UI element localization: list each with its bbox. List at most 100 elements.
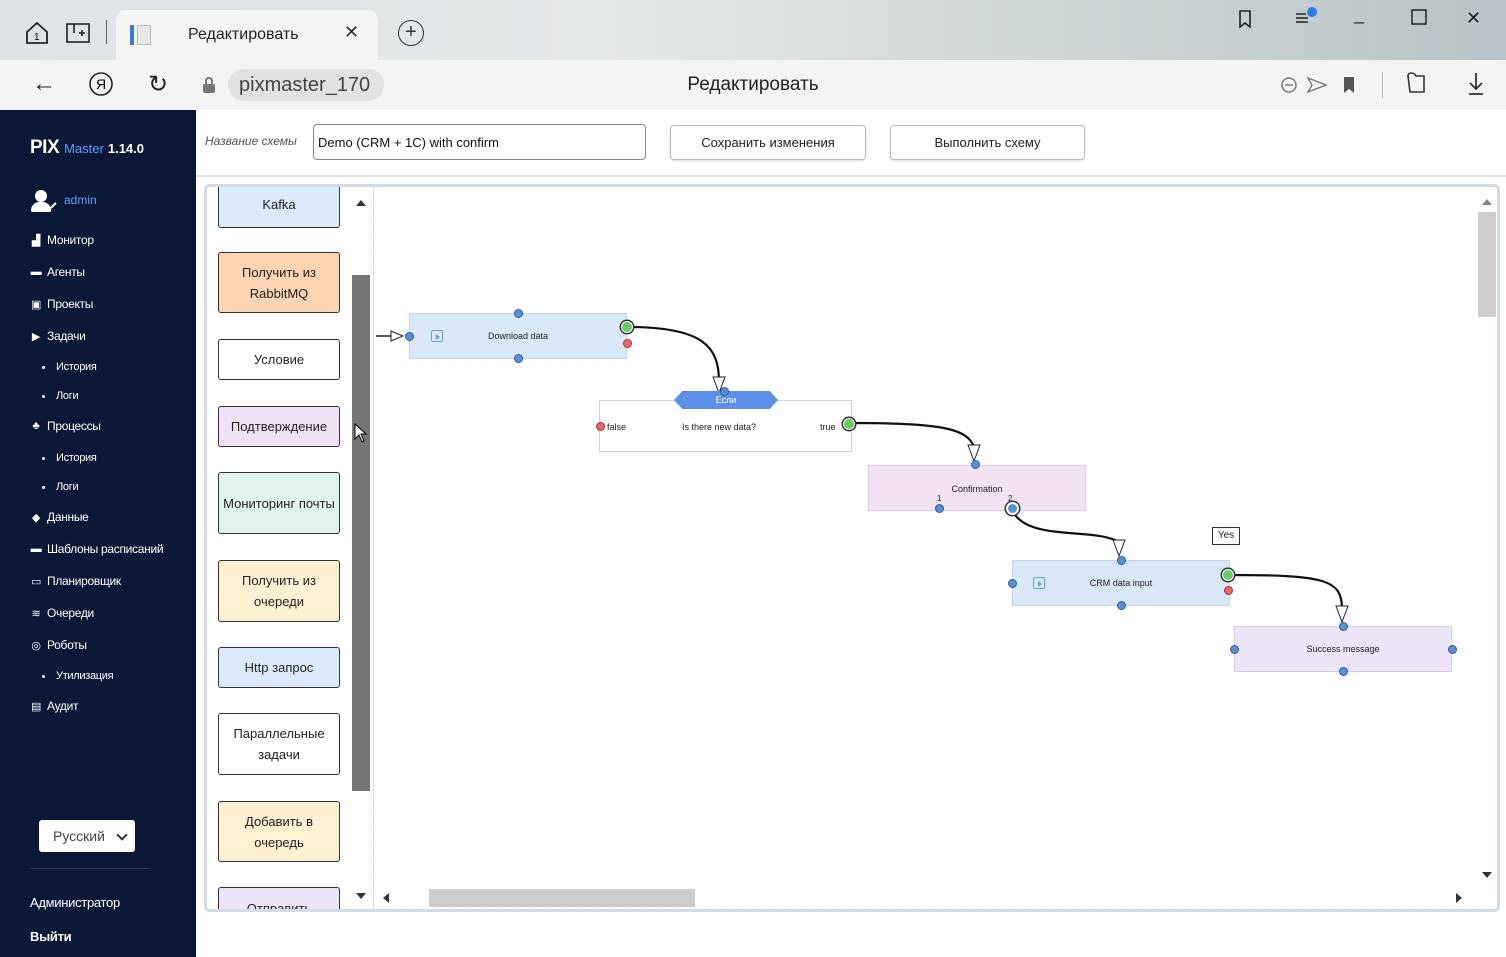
logout-link[interactable]: Выйти	[30, 929, 72, 944]
sidebar-item-processes-logs[interactable]: Логи	[42, 481, 79, 493]
collections-icon[interactable]	[1234, 8, 1256, 35]
port-bottom[interactable]	[514, 354, 523, 363]
close-window-icon[interactable]: ✕	[1466, 8, 1481, 29]
run-scheme-button[interactable]: Выполнить схему	[890, 125, 1085, 160]
palette-block-http-request[interactable]: Http запрос	[218, 647, 340, 688]
scroll-right-icon[interactable]	[1456, 893, 1462, 903]
port-success[interactable]	[621, 321, 633, 333]
tab-active[interactable]: Редактировать ✕	[116, 10, 378, 60]
svg-text:1: 1	[34, 32, 40, 43]
maximize-icon[interactable]	[1410, 8, 1428, 31]
scheme-editor: Kafka Получить из RabbitMQ Условие Подтв…	[204, 184, 1500, 912]
download-icon[interactable]	[1466, 71, 1486, 103]
sidebar-item-data[interactable]: ◆ Данные	[30, 510, 89, 524]
scroll-down-icon[interactable]	[356, 893, 366, 899]
port-in[interactable]	[405, 332, 414, 341]
user-profile[interactable]: admin	[30, 190, 97, 216]
sidebar-item-monitor[interactable]: ▟ Монитор	[30, 233, 94, 247]
palette-block-condition[interactable]: Условие	[218, 339, 340, 380]
sidebar-item-processes-history[interactable]: История	[42, 452, 97, 464]
new-tab-group-icon[interactable]	[64, 18, 94, 48]
node-label: CRM data input	[1089, 578, 1153, 588]
scheme-name-input[interactable]	[313, 124, 646, 160]
sidebar-item-queues[interactable]: ≋ Очереди	[30, 606, 95, 620]
port-error[interactable]	[1224, 586, 1233, 595]
port-top[interactable]	[971, 460, 980, 469]
scheme-name-label: Название схемы	[205, 134, 297, 148]
canvas-h-scrollbar-thumb[interactable]	[429, 889, 695, 907]
new-tab-button[interactable]: +	[398, 20, 424, 46]
flow-node-confirmation[interactable]: Confirmation	[868, 465, 1086, 511]
sidebar-item-robots[interactable]: ◎ Роботы	[30, 638, 87, 652]
sidebar-item-processes[interactable]: ♣ Процессы	[30, 419, 101, 433]
port-bottom[interactable]	[1339, 667, 1348, 676]
tab-close-icon[interactable]: ✕	[344, 22, 359, 43]
node-label: Success message	[1306, 644, 1380, 654]
palette-block-kafka[interactable]: Kafka	[218, 187, 340, 228]
minimize-icon[interactable]: _	[1354, 4, 1364, 25]
port-top[interactable]	[1117, 556, 1126, 565]
port-in[interactable]	[1008, 579, 1017, 588]
palette-block-get-from-queue[interactable]: Получить из очереди	[218, 560, 340, 622]
sidebar: PIX Master 1.14.0 admin ▟ Монитор ▬ Агенты ▣…	[0, 110, 196, 957]
language-select[interactable]: Русский	[39, 820, 135, 852]
port-top[interactable]	[720, 387, 729, 396]
port-success[interactable]	[1222, 569, 1234, 581]
scroll-up-icon[interactable]	[1482, 199, 1492, 205]
sidebar-item-tasks[interactable]: ▶ Задачи	[30, 329, 86, 343]
palette-scrollbar-thumb[interactable]	[352, 275, 370, 791]
favicon-icon	[130, 25, 152, 45]
app-logo[interactable]: PIX Master 1.14.0	[30, 137, 144, 159]
sidebar-item-tasks-history[interactable]: История	[42, 361, 97, 373]
home-icon[interactable]: 1	[22, 18, 52, 48]
port-in[interactable]	[1230, 645, 1239, 654]
scroll-left-icon[interactable]	[383, 893, 389, 903]
sidebar-item-schedule-templates[interactable]: ▬ Шаблоны расписаний	[30, 542, 164, 556]
flow-canvas[interactable]: Download data Если false Is there new da…	[373, 187, 1497, 909]
sidebar-item-projects[interactable]: ▣ Проекты	[30, 297, 93, 311]
port-option-2[interactable]	[1006, 502, 1019, 515]
node-label: Download data	[487, 331, 549, 341]
share-icon[interactable]	[1306, 76, 1328, 100]
canvas-v-scrollbar-thumb[interactable]	[1478, 212, 1496, 317]
sidebar-item-audit[interactable]: ▤ Аудит	[30, 699, 79, 713]
form-divider	[196, 175, 1506, 177]
port-bottom[interactable]	[1117, 601, 1126, 610]
palette-block-parallel-tasks[interactable]: Параллельные задачи	[218, 713, 340, 775]
save-changes-button[interactable]: Сохранить изменения	[670, 125, 866, 160]
scroll-up-icon[interactable]	[356, 200, 366, 206]
palette-block-rabbitmq[interactable]: Получить из RabbitMQ	[218, 252, 340, 313]
block-palette: Kafka Получить из RabbitMQ Условие Подтв…	[207, 187, 373, 909]
flow-node-success[interactable]: Success message	[1234, 626, 1452, 672]
bookmark-icon[interactable]	[1342, 75, 1356, 101]
admin-link[interactable]: Администратор	[30, 895, 120, 910]
sidebar-item-agents[interactable]: ▬ Агенты	[30, 265, 85, 279]
sidebar-item-tasks-logs[interactable]: Логи	[42, 390, 79, 402]
menu-icon[interactable]	[1294, 6, 1320, 33]
flow-connectors	[374, 187, 1497, 909]
bar-chart-icon: ▟	[31, 234, 41, 247]
sidebar-item-scheduler[interactable]: ▭ Планировщик	[30, 574, 121, 588]
palette-block-send[interactable]: Отправить	[218, 887, 340, 909]
port-true[interactable]	[843, 418, 855, 430]
confirm-port-1-label: 1	[937, 494, 942, 503]
port-out[interactable]	[1448, 645, 1457, 654]
project-icon: ▣	[30, 298, 42, 311]
translate-icon[interactable]	[1280, 76, 1298, 100]
port-top[interactable]	[514, 309, 523, 318]
port-top[interactable]	[1339, 622, 1348, 631]
process-icon: ♣	[32, 420, 40, 432]
port-option-1[interactable]	[935, 504, 944, 513]
sidebar-item-utilization[interactable]: Утилизация	[42, 670, 114, 682]
play-box-icon: ▶	[31, 330, 41, 343]
palette-block-add-to-queue[interactable]: Добавить в очередь	[218, 801, 340, 862]
sidebar-divider	[30, 868, 150, 869]
user-check-icon	[30, 190, 58, 216]
scroll-down-icon[interactable]	[1482, 872, 1492, 878]
extension-icon[interactable]	[1404, 70, 1428, 102]
palette-block-confirmation[interactable]: Подтверждение	[218, 406, 340, 447]
port-false[interactable]	[596, 422, 605, 431]
palette-block-mail-monitor[interactable]: Мониторинг почты	[218, 472, 340, 534]
robot-icon: ◎	[31, 639, 41, 652]
port-error[interactable]	[623, 339, 632, 348]
